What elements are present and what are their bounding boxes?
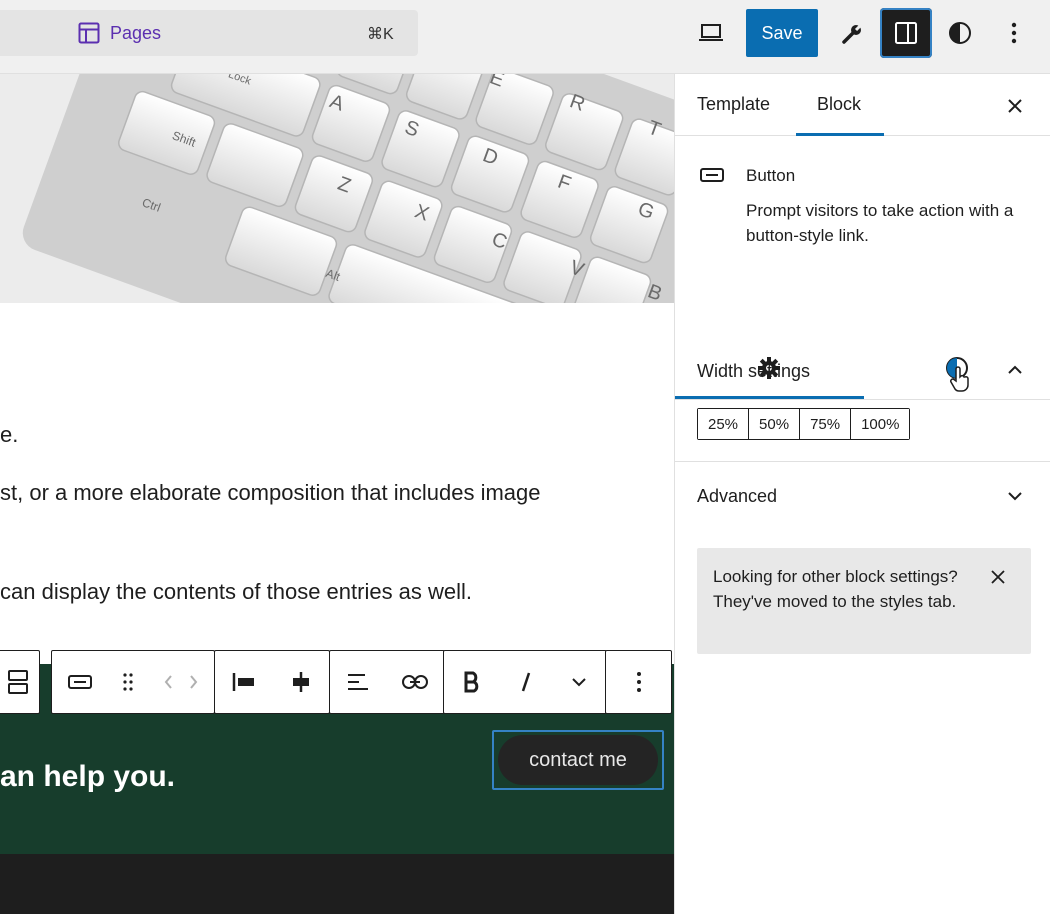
paragraph-3[interactable]: can display the contents of those entrie… — [0, 579, 472, 605]
button-block-icon[interactable] — [67, 673, 93, 691]
toolbar-group-format — [443, 650, 607, 714]
hand-cursor-icon — [949, 366, 971, 392]
key-label: Shift — [170, 128, 198, 150]
button-block-icon — [699, 164, 727, 186]
selected-button-block[interactable]: contact me — [492, 730, 664, 790]
move-arrows-icon[interactable] — [163, 673, 199, 691]
tab-block[interactable]: Block — [817, 94, 861, 115]
chevron-down-icon[interactable] — [571, 676, 587, 688]
paragraph-2[interactable]: st, or a more elaborate composition that… — [0, 480, 541, 506]
toolbar-group-align-link — [329, 650, 445, 714]
width-settings-title[interactable]: Width settings — [697, 361, 810, 382]
width-option-100[interactable]: 100% — [851, 409, 910, 439]
key-label: Z — [334, 172, 354, 198]
save-button[interactable]: Save — [746, 9, 818, 57]
key-label: Ctrl — [140, 195, 163, 215]
tab-template[interactable]: Template — [697, 94, 770, 115]
panel-divider — [675, 461, 1050, 462]
key-label: B — [644, 280, 665, 303]
key-label: Alt — [324, 266, 342, 284]
close-icon — [1008, 99, 1022, 113]
key-label: S — [401, 116, 422, 142]
key-label: X — [411, 200, 432, 226]
chevron-down-icon[interactable] — [1005, 486, 1025, 506]
block-card: Button Prompt visitors to take action wi… — [675, 136, 1050, 400]
pages-icon — [78, 22, 100, 44]
styles-moved-notice: Looking for other block settings? They'v… — [697, 548, 1031, 654]
settings-sidebar: Template Block Button Prompt visitors to… — [674, 74, 1050, 914]
width-option-75[interactable]: 75% — [800, 409, 852, 439]
key-label: T — [644, 116, 664, 142]
styles-button[interactable] — [944, 17, 976, 49]
drag-handle-icon[interactable] — [122, 672, 134, 692]
dismiss-notice-button[interactable] — [987, 566, 1009, 588]
sidebar-tabs: Template Block — [675, 74, 1050, 136]
justify-left-icon[interactable] — [231, 671, 257, 693]
key-label: A — [326, 90, 347, 116]
paragraph-1[interactable]: e. — [0, 422, 18, 448]
chevron-up-icon[interactable] — [1005, 360, 1025, 380]
tools-button[interactable] — [834, 17, 870, 51]
editor-canvas[interactable]: Lock A S D E F R G T Shift Z X C V Ctrl … — [0, 74, 674, 914]
toolbar-group-justify — [214, 650, 330, 714]
justify-center-icon[interactable] — [288, 671, 314, 693]
block-toolbar — [0, 650, 674, 714]
editor-header: Pages ⌘K Save — [0, 0, 1050, 74]
toolbar-group-block — [51, 650, 215, 714]
keyboard-image[interactable]: Lock A S D E F R G T Shift Z X C V Ctrl … — [0, 74, 674, 303]
footer-section[interactable] — [0, 854, 674, 914]
width-option-50[interactable]: 50% — [749, 409, 801, 439]
active-sub-tab-indicator — [675, 396, 864, 399]
key-label: D — [479, 144, 501, 170]
align-text-icon[interactable] — [345, 672, 371, 692]
more-vertical-icon[interactable] — [636, 671, 642, 693]
command-shortcut: ⌘K — [367, 26, 394, 43]
key-label: F — [554, 170, 574, 196]
command-bar[interactable]: Pages ⌘K — [0, 10, 418, 56]
advanced-panel-title[interactable]: Advanced — [697, 486, 777, 507]
italic-icon[interactable] — [519, 671, 533, 693]
toolbar-group-parent — [0, 650, 40, 714]
width-option-25[interactable]: 25% — [698, 409, 750, 439]
key-label: R — [566, 90, 588, 116]
more-vertical-icon — [1011, 22, 1017, 44]
settings-sidebar-toggle[interactable] — [880, 8, 932, 58]
preview-device-button[interactable] — [692, 17, 730, 49]
key-label: V — [566, 256, 587, 282]
block-description: Prompt visitors to take action with a bu… — [746, 201, 1014, 245]
notice-text: Looking for other block settings? They'v… — [713, 567, 958, 611]
key-label: Lock — [226, 74, 253, 88]
block-title: Button — [746, 166, 796, 185]
key-label: G — [634, 198, 658, 225]
close-sidebar-button[interactable] — [1001, 92, 1029, 120]
sidebar-icon — [895, 22, 917, 44]
command-bar-label: Pages — [110, 23, 162, 43]
cta-heading[interactable]: an help you. — [0, 760, 175, 794]
link-icon[interactable] — [401, 673, 429, 691]
toolbar-group-options — [605, 650, 672, 714]
laptop-icon — [699, 24, 723, 41]
close-icon — [991, 570, 1005, 584]
wrench-icon — [842, 22, 864, 44]
half-circle-contrast-icon — [949, 22, 971, 44]
parent-block-icon[interactable] — [7, 669, 29, 695]
contact-button[interactable]: contact me — [498, 735, 658, 785]
key-label: C — [488, 228, 510, 254]
bold-icon[interactable] — [463, 671, 481, 693]
width-button-group: 25% 50% 75% 100% — [697, 408, 911, 440]
options-menu-button[interactable] — [1000, 17, 1028, 49]
key-label: E — [486, 74, 507, 92]
